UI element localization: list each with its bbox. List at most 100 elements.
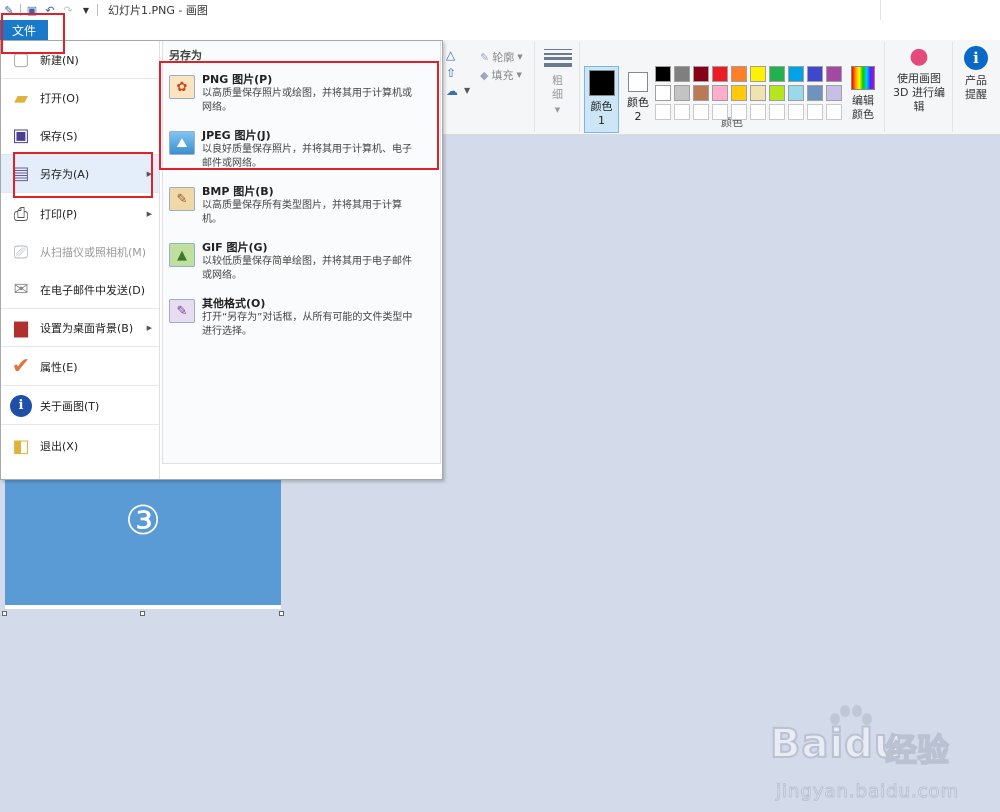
- palette-swatch[interactable]: [769, 104, 785, 120]
- save-disk-icon: ▣: [12, 125, 30, 146]
- palette-swatch[interactable]: [655, 66, 671, 82]
- redo-icon[interactable]: ↷: [61, 3, 75, 17]
- file-tab[interactable]: 文件: [0, 20, 48, 40]
- fill-button[interactable]: ◆ 填充 ▼: [480, 67, 522, 83]
- palette-swatch[interactable]: [788, 104, 804, 120]
- menu-item-exit[interactable]: ◧ 退出(X): [1, 427, 159, 465]
- menu-item-desktop-background[interactable]: ▆ 设置为桌面背景(B) ▶: [1, 309, 159, 347]
- exit-door-icon: ◧: [12, 435, 30, 457]
- palette-swatch[interactable]: [769, 66, 785, 82]
- palette-swatch[interactable]: [807, 104, 823, 120]
- paint3d-button[interactable]: ● 使用画图 3D 进行编辑: [889, 44, 949, 114]
- palette-swatch[interactable]: [788, 85, 804, 101]
- scanner-icon: ⎚: [13, 241, 29, 263]
- customize-quick-access-icon[interactable]: ▼: [79, 3, 93, 17]
- color1-label: 颜色 1: [590, 100, 613, 127]
- window-title: 幻灯片1.PNG - 画图: [108, 4, 208, 17]
- palette-swatch[interactable]: [674, 85, 690, 101]
- canvas-resize-handle-corner[interactable]: [279, 611, 284, 616]
- edit-colors-icon: [851, 66, 875, 90]
- palette-swatch[interactable]: [693, 85, 709, 101]
- format-title: GIF 图片(G): [202, 241, 268, 254]
- paint-app-icon[interactable]: ✎: [2, 3, 16, 17]
- palette-swatch[interactable]: [655, 85, 671, 101]
- menu-item-scanner[interactable]: ⎚ 从扫描仪或照相机(M): [1, 233, 159, 271]
- size-button[interactable]: 粗细 ▼: [541, 46, 574, 117]
- canvas-resize-handle-left[interactable]: [2, 611, 7, 616]
- other-formats-icon: ✎: [169, 299, 195, 323]
- menu-item-new[interactable]: ▢ 新建(N): [1, 41, 159, 79]
- palette-swatch[interactable]: [693, 104, 709, 120]
- palette-swatch[interactable]: [731, 104, 747, 120]
- palette-swatch[interactable]: [712, 104, 728, 120]
- outline-brush-icon: ✎: [480, 50, 490, 64]
- palette-swatch[interactable]: [731, 66, 747, 82]
- canvas-number-text: ③: [125, 498, 161, 544]
- menu-item-save[interactable]: ▣ 保存(S): [1, 117, 159, 155]
- format-title: BMP 图片(B): [202, 185, 274, 198]
- submenu-arrow-icon: ▶: [146, 323, 152, 332]
- color2-button[interactable]: 颜色 2: [622, 66, 654, 133]
- palette-swatch[interactable]: [731, 85, 747, 101]
- arrow-up-shape-icon[interactable]: ⇧: [446, 66, 456, 80]
- palette-swatch[interactable]: [750, 85, 766, 101]
- title-bar: ✎ ▣ ↶ ↷ ▼ 幻灯片1.PNG - 画图: [0, 0, 1000, 20]
- format-desc: 以较低质量保存简单绘图，并将其用于电子邮件或网络。: [202, 256, 412, 281]
- palette-swatch[interactable]: [750, 104, 766, 120]
- undo-icon[interactable]: ↶: [43, 3, 57, 17]
- format-bmp[interactable]: ✎ BMP 图片(B) 以高质量保存所有类型图片，并将其用于计算机。: [169, 183, 434, 235]
- menu-item-save-as[interactable]: ▤ 另存为(A) ▶: [1, 155, 159, 193]
- palette-swatch[interactable]: [826, 85, 842, 101]
- size-group: 粗细 ▼: [535, 42, 580, 132]
- shape-scroll-down-icon[interactable]: ▼: [464, 86, 470, 95]
- format-title: PNG 图片(P): [202, 73, 273, 86]
- menu-item-label: 新建(N): [40, 53, 79, 67]
- menu-item-properties[interactable]: ✔ 属性(E): [1, 348, 159, 386]
- format-other[interactable]: ✎ 其他格式(O) 打开“另存为”对话框，从所有可能的文件类型中进行选择。: [169, 295, 434, 347]
- line-thickness-icon: [543, 46, 572, 70]
- callout-shape-icon[interactable]: ☁: [446, 84, 458, 98]
- palette-swatch[interactable]: [807, 85, 823, 101]
- format-desc: 以高质量保存所有类型图片，并将其用于计算机。: [202, 200, 402, 225]
- color2-label: 颜色 2: [627, 96, 649, 123]
- product-alert-button[interactable]: i 产品提醒: [961, 46, 991, 102]
- canvas-resize-handle-bottom[interactable]: [140, 611, 145, 616]
- palette-swatch[interactable]: [788, 66, 804, 82]
- menu-item-label: 退出(X): [40, 440, 79, 453]
- palette-swatch[interactable]: [674, 104, 690, 120]
- palette-swatch[interactable]: [693, 66, 709, 82]
- format-desc: 以良好质量保存照片，并将其用于计算机、电子邮件或网络。: [202, 144, 412, 169]
- palette-swatch[interactable]: [655, 104, 671, 120]
- save-icon[interactable]: ▣: [25, 3, 39, 17]
- palette-swatch[interactable]: [826, 104, 842, 120]
- new-file-icon: ▢: [12, 49, 30, 70]
- color1-swatch: [588, 70, 615, 96]
- color2-swatch: [628, 72, 648, 92]
- palette-swatch[interactable]: [712, 66, 728, 82]
- format-png[interactable]: ✿ PNG 图片(P) 以高质量保存照片或绘图，并将其用于计算机或网络。: [169, 71, 434, 123]
- palette-swatch[interactable]: [769, 85, 785, 101]
- product-alert-label: 产品提醒: [965, 74, 987, 101]
- menu-item-label: 关于画图(T): [40, 399, 100, 413]
- format-gif[interactable]: ▲ GIF 图片(G) 以较低质量保存简单绘图，并将其用于电子邮件或网络。: [169, 239, 434, 291]
- palette-swatch[interactable]: [674, 66, 690, 82]
- format-jpeg[interactable]: ⛰ JPEG 图片(J) 以良好质量保存照片，并将其用于计算机、电子邮件或网络。: [169, 127, 434, 179]
- baidu-jingyan-watermark: Baidu 经验 jingyan.baidu.com: [769, 705, 1000, 805]
- outline-button[interactable]: ✎ 轮廓 ▼: [480, 49, 523, 65]
- palette-swatch[interactable]: [750, 66, 766, 82]
- drawing-canvas[interactable]: ③: [5, 478, 281, 609]
- menu-item-print[interactable]: ⎙ 打印(P) ▶: [1, 195, 159, 233]
- format-title: JPEG 图片(J): [202, 129, 271, 142]
- palette-swatch[interactable]: [807, 66, 823, 82]
- edit-colors-button[interactable]: 编辑颜色: [848, 66, 878, 122]
- palette-swatch[interactable]: [826, 66, 842, 82]
- menu-item-about[interactable]: i 关于画图(T): [1, 387, 159, 425]
- palette-swatch[interactable]: [712, 85, 728, 101]
- menu-item-email[interactable]: ✉ 在电子邮件中发送(D): [1, 271, 159, 309]
- checkmark-icon: ✔: [11, 354, 31, 379]
- watermark-logo: Baidu: [769, 720, 904, 768]
- menu-item-open[interactable]: ▰ 打开(O): [1, 79, 159, 117]
- color1-button[interactable]: 颜色 1: [584, 66, 619, 133]
- triangle-shape-icon[interactable]: △: [446, 48, 455, 62]
- color-palette: [655, 66, 842, 120]
